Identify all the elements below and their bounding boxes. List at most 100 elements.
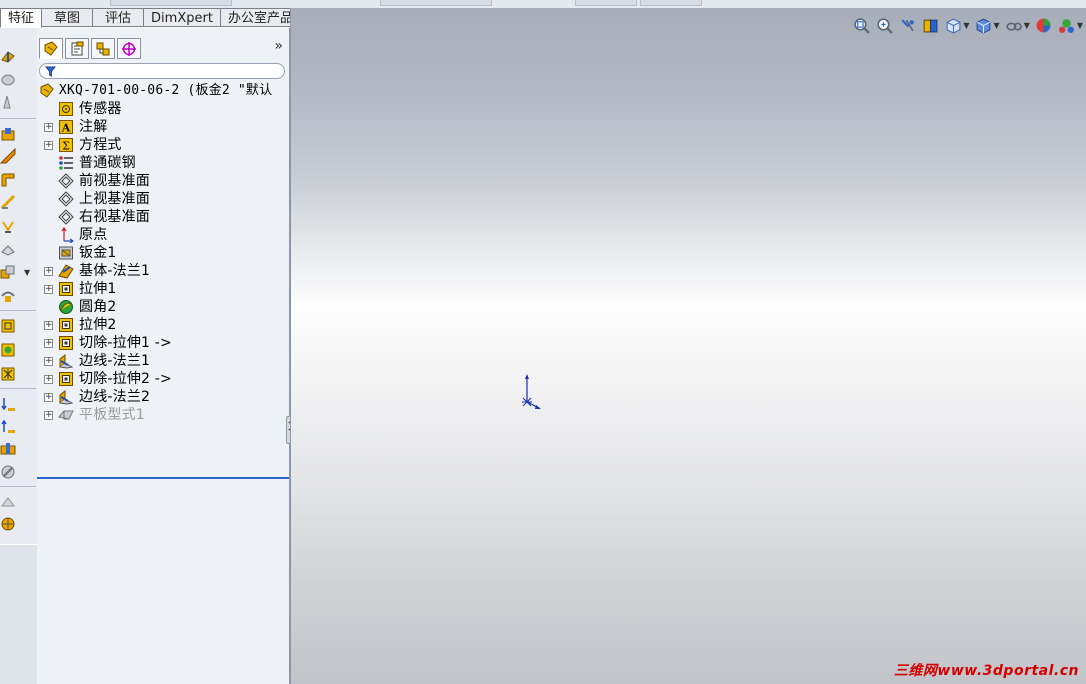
rollback-bar[interactable]	[37, 477, 289, 479]
curves-icon[interactable]	[0, 342, 16, 358]
dimxpert-manager-icon[interactable]	[117, 38, 141, 59]
tree-item[interactable]: + 切除-拉伸2 ->	[37, 370, 289, 388]
heads-up-view-toolbar: ▼ ▼ ▼ ▼	[852, 14, 1083, 36]
instant3d-icon[interactable]	[0, 366, 16, 382]
origin-triad-icon	[522, 374, 541, 409]
tree-item-label: 边线-法兰2	[79, 389, 151, 405]
apply-scene-dropdown[interactable]: ▼	[1077, 21, 1083, 30]
tree-item[interactable]: + 边线-法兰1	[37, 352, 289, 370]
origin-icon	[58, 226, 75, 244]
graphics-area[interactable]: ▼ ▼ ▼ ▼ 三维网www.3dportal.cn	[290, 8, 1086, 684]
expand-toggle[interactable]: +	[44, 357, 53, 366]
zoom-to-area-icon[interactable]	[875, 16, 893, 34]
configurationmanager-icon[interactable]	[91, 38, 115, 59]
weldment-icon[interactable]	[0, 494, 16, 510]
previous-view-icon[interactable]	[898, 16, 916, 34]
tree-item-label: 传感器	[79, 101, 122, 117]
tree-item[interactable]: 右视基准面	[37, 208, 289, 226]
edge-flange-icon	[58, 353, 74, 369]
move-up-icon[interactable]	[0, 418, 16, 434]
tab-dimxpert[interactable]: DimXpert	[144, 8, 221, 27]
expand-toggle[interactable]: +	[44, 393, 53, 402]
filter-icon	[45, 66, 56, 77]
featuremanager-panel: » XKQ-701-00-06-2 (板金2 "默认 传感器 + A 注解 + Σ 方程式普…	[37, 28, 290, 684]
tab-features[interactable]: 特征	[0, 8, 43, 28]
cut-extrude-icon	[58, 335, 74, 351]
expand-toggle[interactable]: +	[44, 285, 53, 294]
tree-root-part[interactable]: XKQ-701-00-06-2 (板金2 "默认	[37, 82, 289, 100]
tree-item[interactable]: 上视基准面	[37, 190, 289, 208]
tree-item[interactable]: 钣金1	[37, 244, 289, 262]
expand-toggle[interactable]: +	[44, 141, 53, 150]
tree-item[interactable]: 原点	[37, 226, 289, 244]
tree-item-label: 切除-拉伸2 ->	[79, 371, 172, 387]
propertymanager-icon[interactable]	[65, 38, 89, 59]
tree-item-label: 方程式	[79, 137, 122, 153]
sheet-metal-flange-icon[interactable]	[0, 147, 16, 164]
tree-item[interactable]: + 基体-法兰1	[37, 262, 289, 280]
part-name: XKQ-701-00-06-2 (板金2 "默认	[59, 83, 273, 98]
pattern-dropdown-arrow[interactable]: ▼	[24, 268, 30, 277]
tree-item[interactable]: + Σ 方程式	[37, 136, 289, 154]
tree-item-label: 钣金1	[79, 245, 117, 261]
feature-tree-filter[interactable]	[39, 63, 285, 79]
zoom-to-fit-icon[interactable]	[852, 16, 870, 34]
linear-pattern-icon[interactable]	[0, 264, 16, 280]
expand-toggle[interactable]: +	[44, 267, 53, 276]
tree-item-label: 普通碳钢	[79, 155, 136, 171]
svg-text:A: A	[61, 122, 71, 135]
more-tabs-button[interactable]: »	[274, 38, 283, 54]
fillet-icon[interactable]	[0, 172, 16, 188]
tree-item-label: 拉伸1	[79, 281, 117, 297]
expand-toggle[interactable]: +	[44, 411, 53, 420]
expand-toggle[interactable]: +	[44, 375, 53, 384]
extruded-boss-icon[interactable]	[0, 48, 16, 64]
hide-show-items-icon[interactable]	[1005, 16, 1023, 34]
view-orientation-icon[interactable]	[944, 16, 962, 34]
tab-office-products[interactable]: 办公室产品	[220, 8, 301, 27]
draft-icon[interactable]	[0, 242, 16, 258]
tree-item[interactable]: + 切除-拉伸1 ->	[37, 334, 289, 352]
expand-toggle[interactable]: +	[44, 123, 53, 132]
extruded-cut-icon[interactable]	[0, 126, 16, 142]
display-style-icon[interactable]	[975, 16, 993, 34]
tree-item[interactable]: + 拉伸2	[37, 316, 289, 334]
tab-sketch[interactable]: 草图	[42, 8, 94, 27]
hole-wizard-icon[interactable]	[0, 440, 16, 456]
tree-item[interactable]: + A 注解	[37, 118, 289, 136]
expand-toggle[interactable]: +	[44, 321, 53, 330]
tree-item[interactable]: 普通碳钢	[37, 154, 289, 172]
shell-icon[interactable]	[0, 218, 16, 234]
revolved-boss-icon[interactable]	[0, 72, 16, 88]
tree-item[interactable]: + 平板型式1	[37, 406, 289, 424]
apply-scene-icon[interactable]	[1058, 16, 1076, 34]
tree-item-label: 拉伸2	[79, 317, 117, 333]
hide-show-dropdown[interactable]: ▼	[1024, 21, 1030, 30]
mirror-icon[interactable]	[0, 288, 16, 304]
sheet-metal-tools-icon[interactable]	[0, 516, 16, 532]
edit-appearance-icon[interactable]	[1035, 16, 1053, 34]
swept-boss-icon[interactable]	[0, 94, 16, 110]
tree-item[interactable]: 前视基准面	[37, 172, 289, 190]
tree-item[interactable]: + 拉伸1	[37, 280, 289, 298]
featuremanager-tree-icon[interactable]	[39, 38, 63, 59]
tab-evaluate[interactable]: 评估	[93, 8, 145, 27]
tree-item-label: 切除-拉伸1 ->	[79, 335, 172, 351]
base-flange-icon	[58, 263, 74, 279]
tree-item-label: 上视基准面	[79, 191, 150, 207]
section-view-icon[interactable]	[921, 16, 939, 34]
reference-geometry-icon[interactable]	[0, 318, 16, 334]
tree-item[interactable]: + 边线-法兰2	[37, 388, 289, 406]
manager-tabs	[39, 38, 141, 60]
feature-tree: XKQ-701-00-06-2 (板金2 "默认 传感器 + A 注解 + Σ 方程式 普通碳…	[37, 82, 289, 479]
tree-item[interactable]: 传感器	[37, 100, 289, 118]
no-dress-icon[interactable]	[0, 464, 16, 480]
expand-toggle[interactable]: +	[44, 339, 53, 348]
rib-icon[interactable]	[0, 194, 16, 210]
view-orientation-dropdown[interactable]: ▼	[963, 21, 969, 30]
display-style-dropdown[interactable]: ▼	[994, 21, 1000, 30]
move-down-icon[interactable]	[0, 396, 16, 412]
tree-item-label: 圆角2	[79, 299, 117, 315]
tree-item[interactable]: 圆角2	[37, 298, 289, 316]
tree-item-label: 边线-法兰1	[79, 353, 151, 369]
